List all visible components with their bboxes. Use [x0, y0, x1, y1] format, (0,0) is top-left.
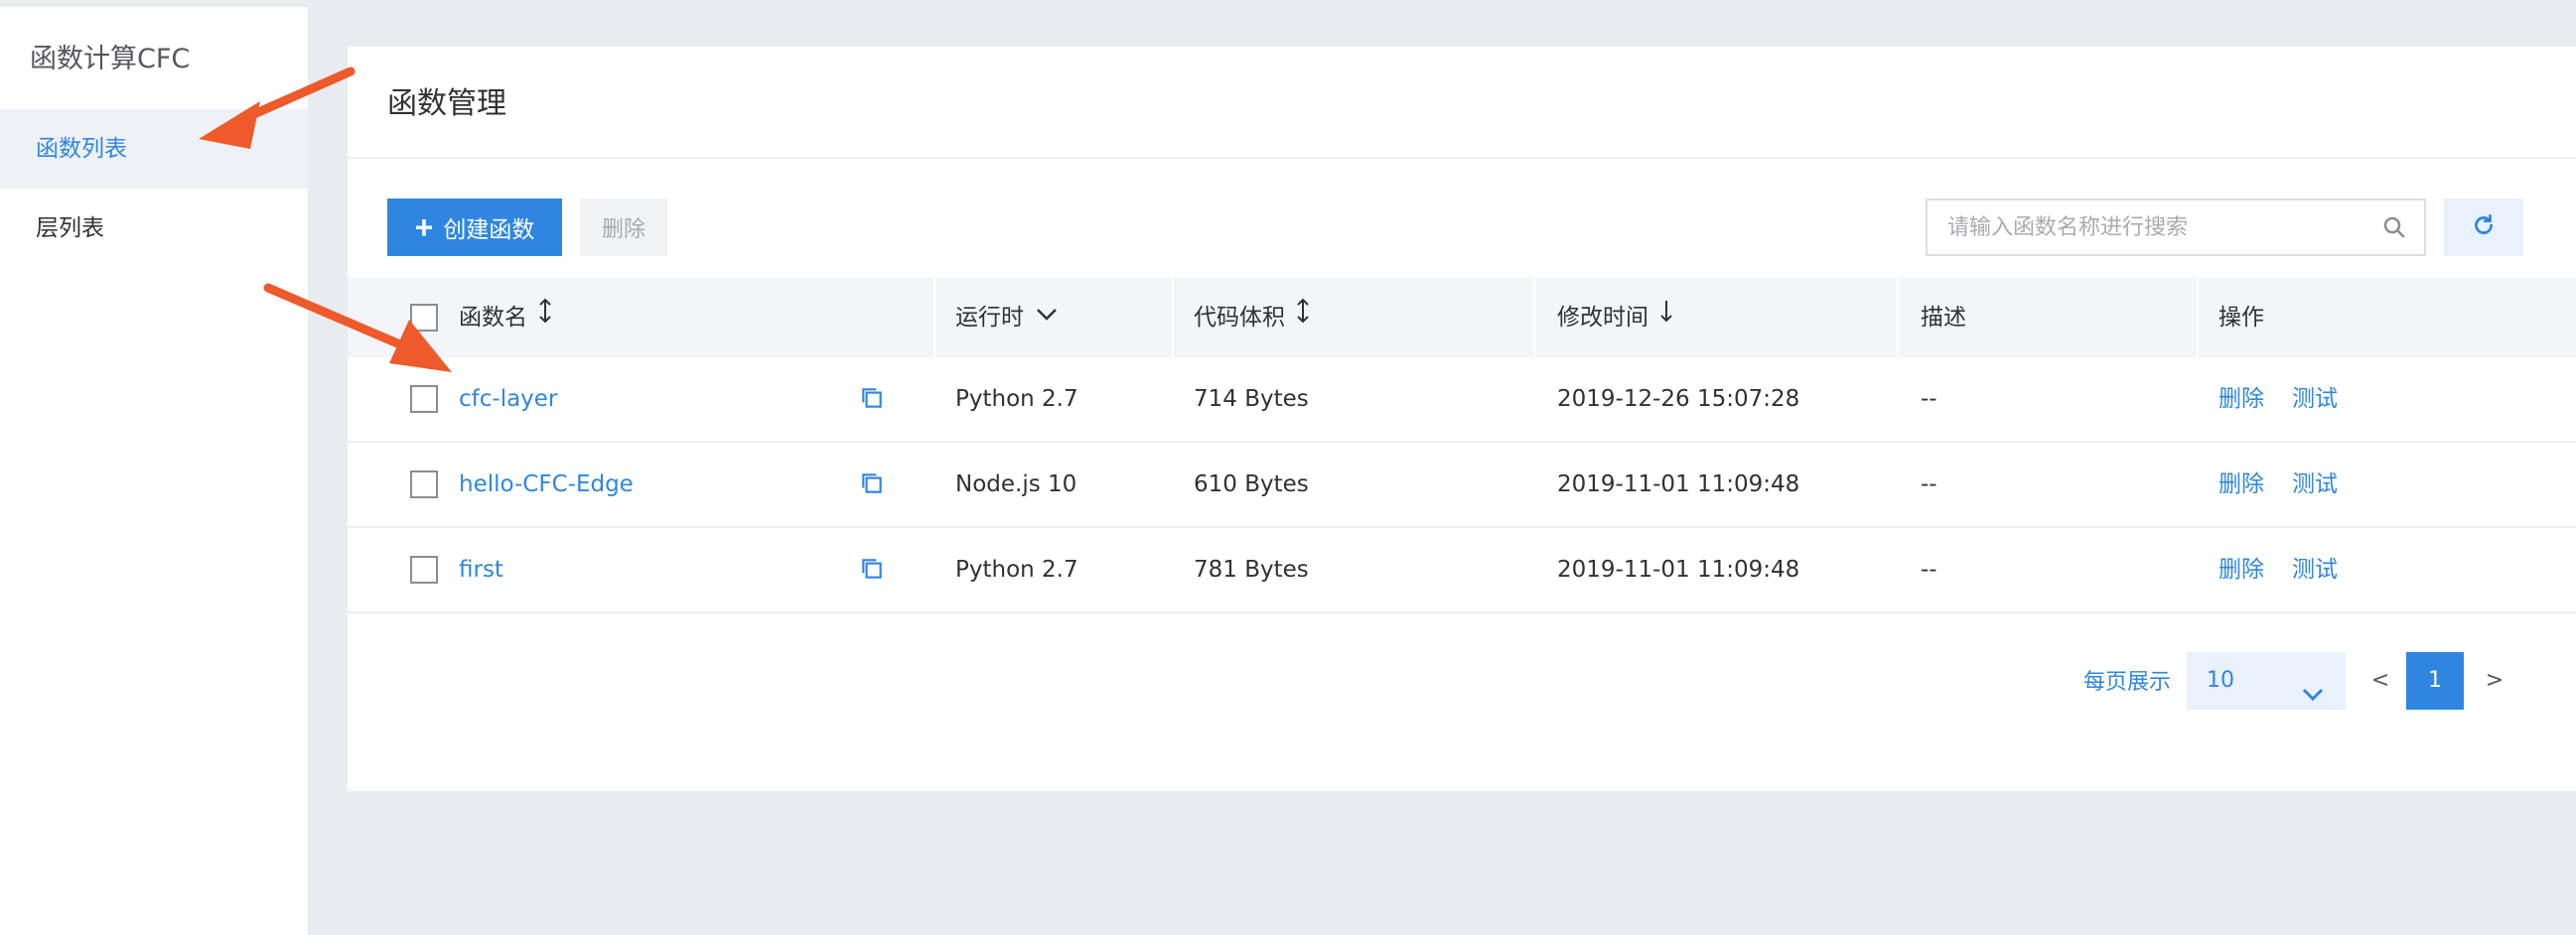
column-separator — [933, 278, 935, 357]
sort-icon[interactable] — [1295, 278, 1311, 357]
column-header-size[interactable]: 代码体积 — [1194, 278, 1311, 357]
table-header: 函数名 运行时 代码体积 修改时间 描述 操作 — [348, 278, 2576, 357]
chevron-down-icon[interactable] — [1034, 278, 1060, 357]
column-label-runtime: 运行时 — [955, 305, 1024, 331]
column-header-name[interactable]: 函数名 — [459, 278, 553, 357]
column-label-size: 代码体积 — [1194, 305, 1285, 331]
table-row: cfc-layer Python 2.7 714 Bytes 2019-12-2… — [348, 357, 2576, 443]
sidebar-title: 函数计算CFC — [30, 44, 191, 74]
function-management-panel: 函数管理 + 创建函数 删除 函数名 运行时 代码体积 — [348, 47, 2576, 791]
prev-page-button[interactable]: < — [2365, 652, 2395, 710]
column-header-actions: 操作 — [2218, 305, 2264, 331]
plus-icon: + — [414, 209, 434, 245]
copy-icon[interactable] — [859, 385, 885, 415]
sort-icon[interactable] — [537, 278, 553, 357]
runtime-cell: Node.js 10 — [955, 471, 1077, 497]
refresh-button[interactable] — [2444, 199, 2523, 256]
select-all-checkbox[interactable] — [410, 304, 438, 332]
row-test-link[interactable]: 测试 — [2292, 357, 2338, 441]
row-delete-link[interactable]: 删除 — [2218, 443, 2264, 526]
create-function-label: 创建函数 — [443, 216, 535, 242]
row-test-link[interactable]: 测试 — [2292, 443, 2338, 526]
runtime-cell: Python 2.7 — [955, 386, 1078, 412]
runtime-cell: Python 2.7 — [955, 557, 1078, 583]
copy-icon[interactable] — [859, 470, 885, 500]
description-cell: -- — [1921, 386, 1937, 412]
refresh-icon — [2471, 212, 2497, 242]
divider — [348, 157, 2576, 159]
function-name-link[interactable]: first — [459, 528, 503, 611]
page-number-current[interactable]: 1 — [2406, 652, 2464, 710]
table-row: hello-CFC-Edge Node.js 10 610 Bytes 2019… — [348, 443, 2576, 528]
description-cell: -- — [1921, 557, 1937, 583]
modified-cell: 2019-12-26 15:07:28 — [1557, 386, 1800, 412]
size-cell: 610 Bytes — [1194, 471, 1309, 497]
modified-cell: 2019-11-01 11:09:48 — [1557, 557, 1800, 583]
column-header-runtime[interactable]: 运行时 — [955, 278, 1060, 357]
page-title: 函数管理 — [387, 86, 506, 121]
modified-cell: 2019-11-01 11:09:48 — [1557, 471, 1800, 497]
row-checkbox[interactable] — [410, 470, 438, 498]
sidebar-item-function-list[interactable]: 函数列表 — [0, 109, 308, 189]
size-cell: 781 Bytes — [1194, 557, 1309, 583]
arrow-down-icon[interactable] — [1658, 278, 1674, 357]
search-input[interactable] — [1928, 200, 2364, 254]
row-checkbox[interactable] — [410, 385, 438, 413]
row-test-link[interactable]: 测试 — [2292, 528, 2338, 611]
create-function-button[interactable]: + 创建函数 — [387, 199, 562, 256]
row-delete-link[interactable]: 删除 — [2218, 357, 2264, 441]
column-label-modified: 修改时间 — [1557, 305, 1648, 331]
column-label-name: 函数名 — [459, 305, 527, 331]
function-name-link[interactable]: cfc-layer — [459, 357, 557, 441]
next-page-button[interactable]: > — [2480, 652, 2509, 710]
column-header-modified[interactable]: 修改时间 — [1557, 278, 1674, 357]
function-name-link[interactable]: hello-CFC-Edge — [459, 443, 634, 526]
column-separator — [2197, 278, 2199, 357]
chevron-down-icon — [2300, 670, 2326, 728]
column-separator — [1533, 278, 1535, 357]
column-header-description: 描述 — [1921, 305, 1966, 331]
copy-icon[interactable] — [859, 556, 885, 586]
row-checkbox[interactable] — [410, 556, 438, 584]
page-size-label: 每页展示 — [2083, 670, 2172, 695]
column-separator — [1172, 278, 1174, 357]
row-delete-link[interactable]: 删除 — [2218, 528, 2264, 611]
description-cell: -- — [1921, 471, 1937, 497]
delete-button[interactable]: 删除 — [580, 199, 667, 256]
table-row: first Python 2.7 781 Bytes 2019-11-01 11… — [348, 528, 2576, 613]
search-icon[interactable] — [2382, 215, 2406, 243]
sidebar: 函数计算CFC 函数列表 层列表 — [0, 7, 308, 935]
size-cell: 714 Bytes — [1194, 386, 1309, 412]
column-separator — [1897, 278, 1899, 357]
sidebar-item-layer-list[interactable]: 层列表 — [0, 189, 308, 268]
page-size-value: 10 — [2207, 668, 2234, 693]
search-box — [1926, 199, 2426, 256]
page-size-select[interactable]: 10 — [2187, 652, 2346, 710]
